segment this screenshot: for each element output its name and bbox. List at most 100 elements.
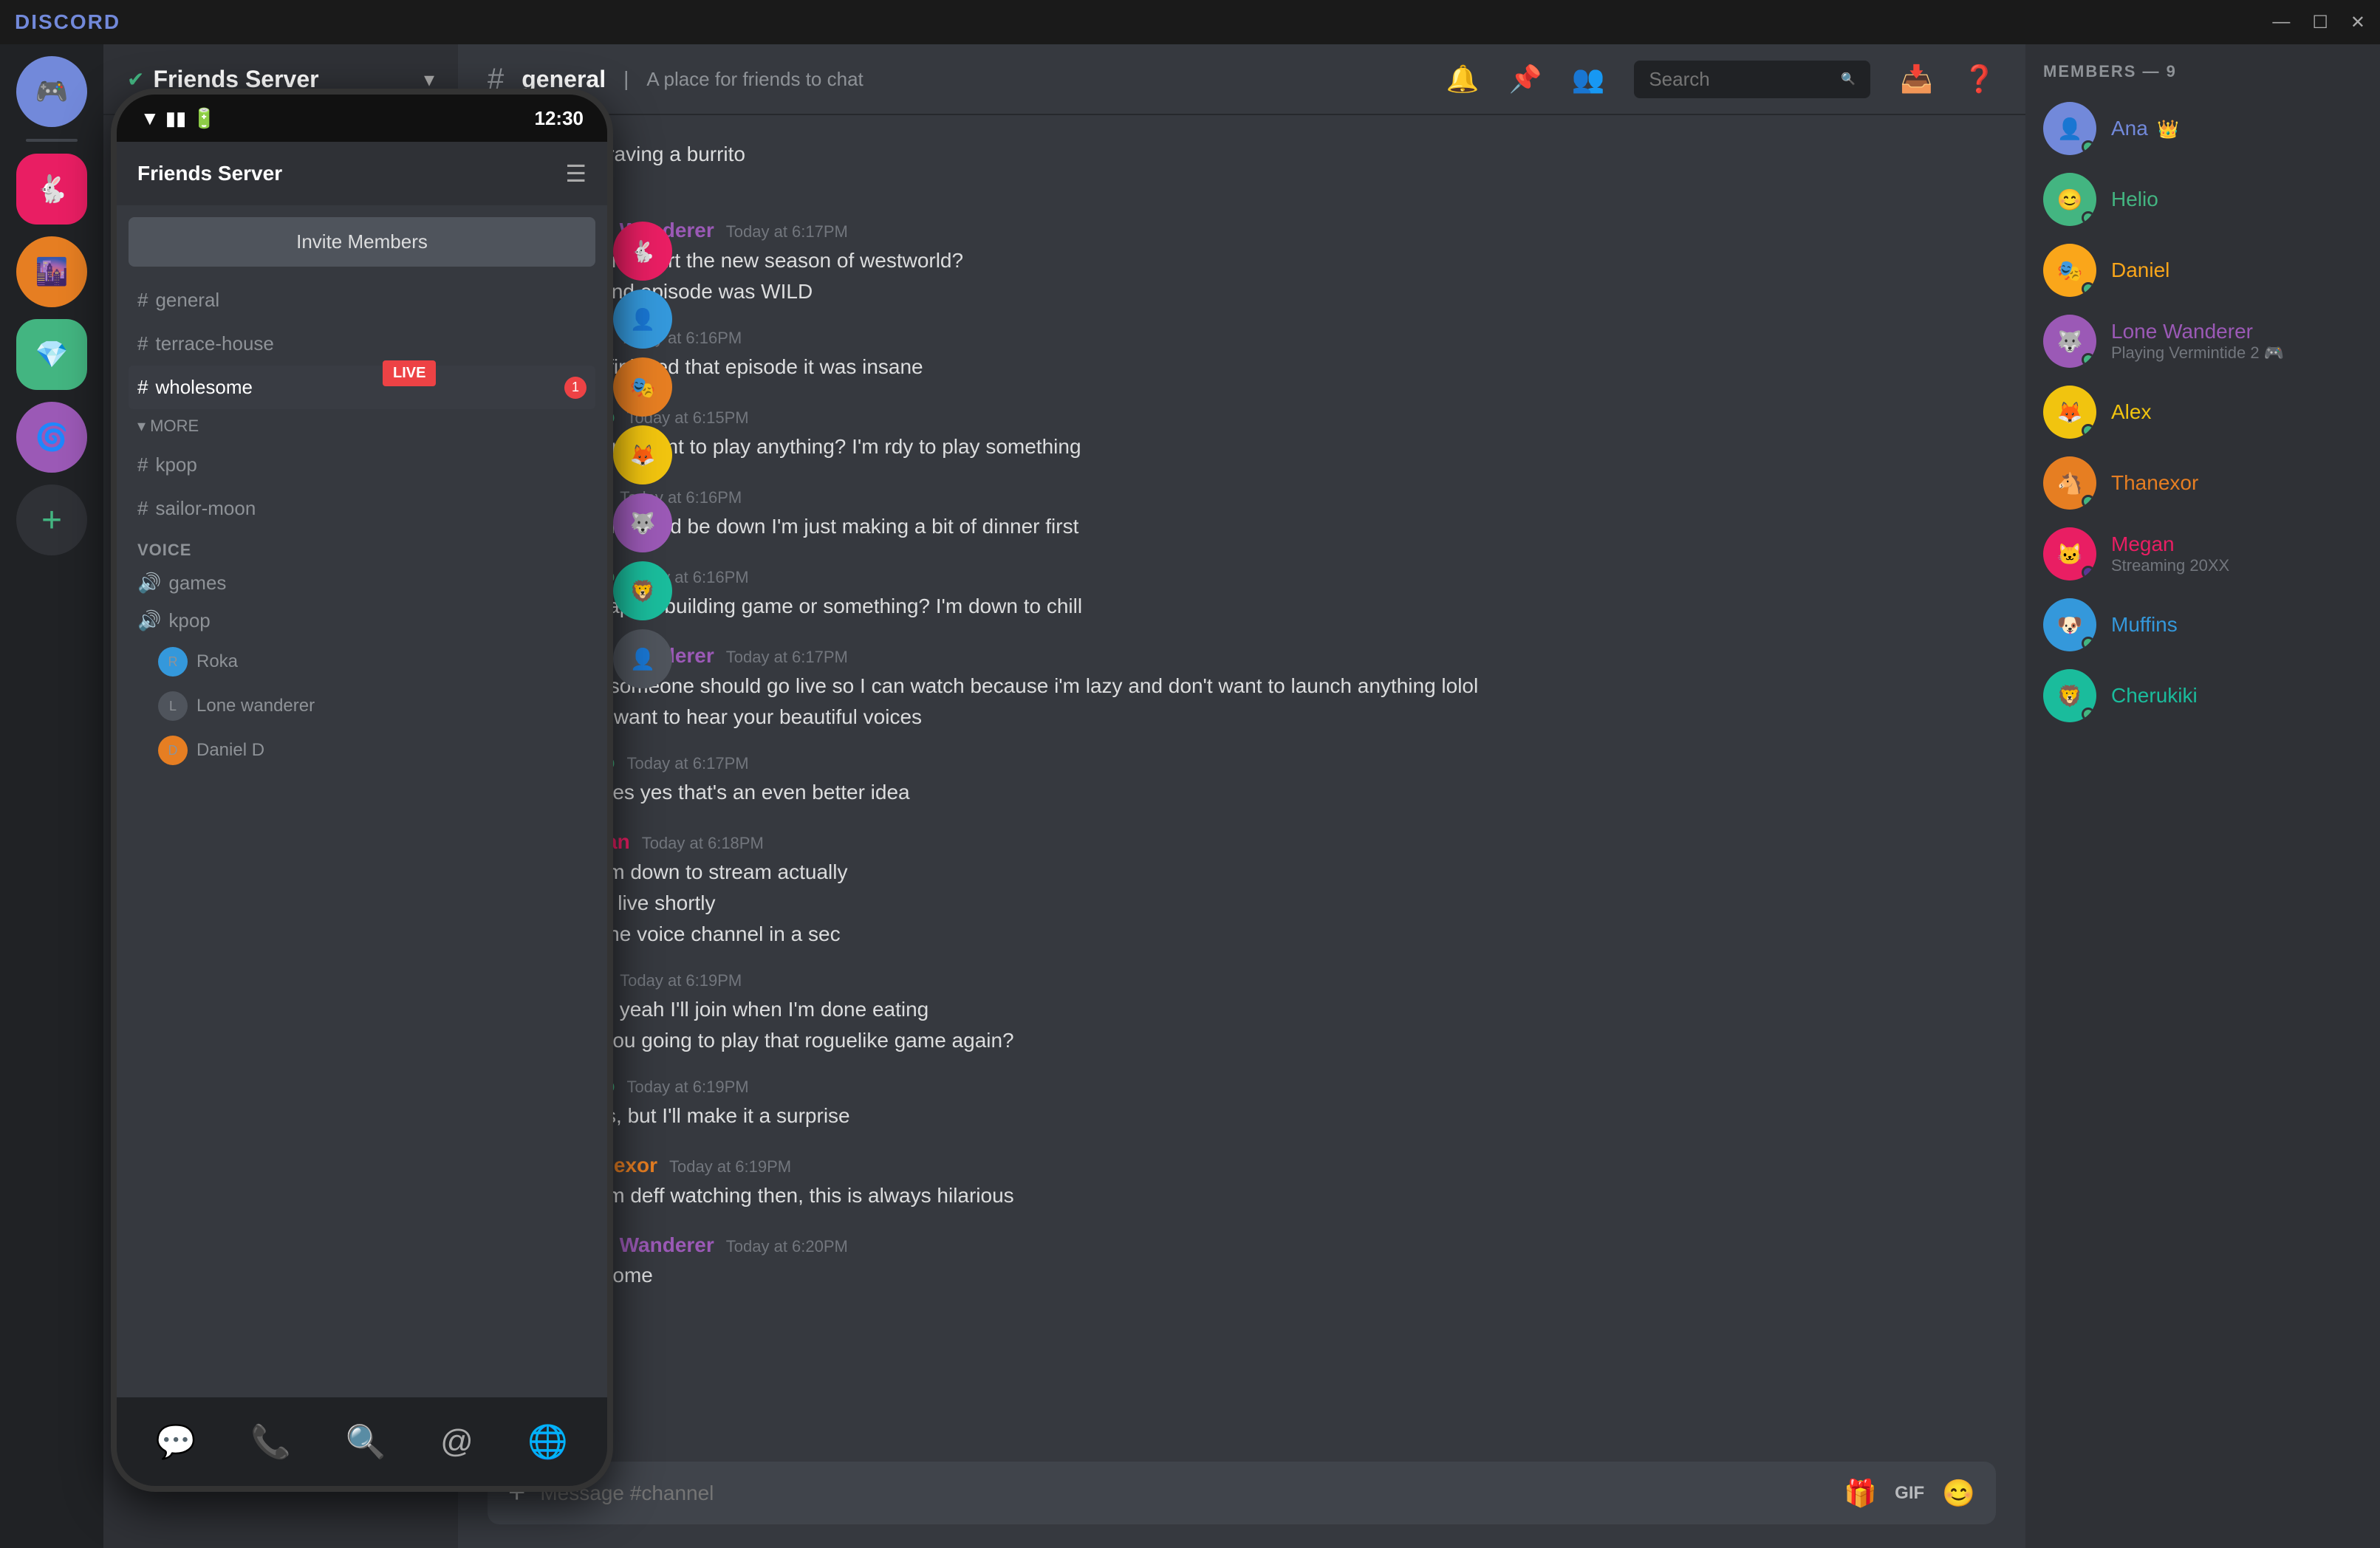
close-button[interactable]: ✕ xyxy=(2350,12,2365,33)
speaker-icon: 🔊 xyxy=(137,572,161,595)
message-text: Anyone start the new season of westworld… xyxy=(564,245,1996,276)
mini-avatar-5: 🐺 xyxy=(613,493,672,552)
member-item-daniel[interactable]: 🎭 Daniel xyxy=(2025,235,2380,306)
message-content: Lone Wanderer Today at 6:17PM Ohh someon… xyxy=(564,644,1996,733)
message-input[interactable] xyxy=(540,1482,1829,1505)
add-server-button[interactable]: + xyxy=(16,484,87,555)
member-item-cherukiki[interactable]: 🦁 Cherukiki xyxy=(2025,660,2380,731)
mobile-voice-kpop[interactable]: 🔊kpop xyxy=(129,602,595,640)
member-item-megan[interactable]: 🐱 Megan Streaming 20XX xyxy=(2025,518,2380,589)
mobile-tab-search[interactable]: 🔍 xyxy=(346,1422,386,1461)
avatar-daniel: D xyxy=(158,736,188,765)
mobile-more-label[interactable]: ▾ MORE xyxy=(129,409,595,443)
message-text: I just want to hear your beautiful voice… xyxy=(564,702,1996,733)
mobile-time: 12:30 xyxy=(535,107,584,130)
mobile-channels-list: #general #terrace-house #wholesome 1 ▾ M… xyxy=(117,278,607,1397)
message-content: Alex Today at 6:19PM Dope yeah I'll join… xyxy=(564,968,1996,1056)
message-timestamp: Today at 6:19PM xyxy=(620,971,742,990)
member-item-alex[interactable]: 🦊 Alex xyxy=(2025,377,2380,448)
server-icon-discord[interactable]: 🎮 xyxy=(16,56,87,127)
status-dot-helio xyxy=(2082,211,2095,225)
server-icon-friends[interactable]: 🐇 xyxy=(16,154,87,225)
message-text: I'm craving a burrito xyxy=(564,139,1996,170)
server-icon-5[interactable]: 🌀 xyxy=(16,402,87,473)
mobile-voice-games[interactable]: 🔊games xyxy=(129,564,595,602)
mobile-body: Invite Members #general #terrace-house #… xyxy=(117,205,607,1486)
mobile-channel-terrace-house[interactable]: #terrace-house xyxy=(129,322,595,366)
minimize-button[interactable]: — xyxy=(2272,12,2290,33)
member-info-ana: Ana 👑 xyxy=(2111,117,2179,140)
server-dropdown-icon: ▾ xyxy=(424,67,434,92)
table-row: 🐺 Lone Wanderer Today at 6:17PM Ohh some… xyxy=(488,638,1996,739)
avatar-ana: 👤 xyxy=(2043,102,2096,155)
member-name-lone: Lone Wanderer xyxy=(2111,320,2284,343)
members-icon[interactable]: 👥 xyxy=(1572,64,1605,95)
message-content: Helio Today at 6:15PM Anyone want to pla… xyxy=(564,405,1996,467)
gif-icon[interactable]: GIF xyxy=(1895,1483,1924,1504)
gift-icon[interactable]: 🎁 xyxy=(1844,1478,1877,1509)
inbox-icon[interactable]: 📥 xyxy=(1900,64,1933,95)
member-info-megan: Megan Streaming 20XX xyxy=(2111,532,2229,575)
mobile-tab-profile[interactable]: 🌐 xyxy=(527,1422,568,1461)
mobile-overlay: ▼ ▮▮ 🔋 12:30 Friends Server ☰ Invite Mem… xyxy=(111,89,613,1492)
mobile-tab-chat[interactable]: 💬 xyxy=(156,1422,196,1461)
signal-icon: ▮▮ xyxy=(165,107,187,130)
message-timestamp: Today at 6:19PM xyxy=(626,1078,748,1097)
message-header: Helio Today at 6:19PM xyxy=(564,1074,1996,1097)
search-box[interactable]: 🔍 xyxy=(1634,61,1870,98)
pin-icon[interactable]: 📌 xyxy=(1509,64,1542,95)
messages-container[interactable]: 😊 I'm craving a burrito 🐺 Lone Wanderer … xyxy=(458,115,2025,1447)
table-row: 🦊 Alex Today at 6:16PM Ohhh I could be d… xyxy=(488,479,1996,552)
mobile-channel-kpop[interactable]: #kpop xyxy=(129,443,595,487)
mini-avatar-1: 🐇 xyxy=(613,222,672,281)
title-bar: DISCORD — ☐ ✕ xyxy=(0,0,2380,44)
wifi-icon: ▼ xyxy=(140,107,160,130)
status-dot-daniel xyxy=(2082,282,2095,295)
message-text: Perhaps a building game or something? I'… xyxy=(564,591,1996,622)
hash-icon: # xyxy=(137,376,148,399)
message-text: Dope yeah I'll join when I'm done eating xyxy=(564,994,1996,1025)
maximize-button[interactable]: ☐ xyxy=(2312,12,2328,33)
help-icon[interactable]: ❓ xyxy=(1963,64,1996,95)
mobile-tab-mention[interactable]: @ xyxy=(440,1423,473,1460)
member-item-thanexor[interactable]: 🐴 Thanexor xyxy=(2025,448,2380,518)
mobile-unread-badge: 1 xyxy=(564,377,587,399)
avatar-alex: 🦊 xyxy=(2043,386,2096,439)
member-item-ana[interactable]: 👤 Ana 👑 xyxy=(2025,93,2380,164)
member-item-helio[interactable]: 😊 Helio xyxy=(2025,164,2380,235)
message-text: Oh I'm down to stream actually xyxy=(564,857,1996,888)
bell-icon[interactable]: 🔔 xyxy=(1446,64,1480,95)
mobile-channel-wholesome[interactable]: #wholesome 1 xyxy=(129,366,595,409)
battery-icon: 🔋 xyxy=(192,107,216,130)
member-item-lone-wanderer[interactable]: 🐺 Lone Wanderer Playing Vermintide 2 🎮 xyxy=(2025,306,2380,377)
live-badge: LIVE xyxy=(383,360,436,386)
server-icon-4[interactable]: 💎 xyxy=(16,319,87,390)
mini-avatar-7: 👤 xyxy=(613,629,672,688)
mobile-invite-button[interactable]: Invite Members xyxy=(129,217,595,267)
mobile-menu-icon[interactable]: ☰ xyxy=(565,160,587,188)
message-content: Thanexor Today at 6:19PM Oh I'm deff wat… xyxy=(564,1154,1996,1216)
message-text: Second episode was WILD xyxy=(564,276,1996,307)
mobile-channel-sailor-moon[interactable]: #sailor-moon xyxy=(129,487,595,530)
avatar-helio: 😊 xyxy=(2043,173,2096,226)
member-item-muffins[interactable]: 🐶 Muffins xyxy=(2025,589,2380,660)
table-row: 🐱 Megan Today at 6:18PM Oh I'm down to s… xyxy=(488,824,1996,956)
server-icon-3[interactable]: 🌆 xyxy=(16,236,87,307)
emoji-icon[interactable]: 😊 xyxy=(1942,1478,1975,1509)
message-header: Lone Wanderer Today at 6:20PM xyxy=(564,1233,1996,1257)
message-content: Megan Today at 6:18PM Oh I'm down to str… xyxy=(564,830,1996,950)
message-header: Lone Wanderer Today at 6:17PM xyxy=(564,219,1996,242)
avatar-thanexor: 🐴 xyxy=(2043,456,2096,510)
message-text: probs, but I'll make it a surprise xyxy=(564,1100,1996,1131)
message-content: Helio Today at 6:19PM probs, but I'll ma… xyxy=(564,1074,1996,1136)
table-row: 🦊 Alex Today at 6:16PM Just finished tha… xyxy=(488,319,1996,393)
member-info-lone: Lone Wanderer Playing Vermintide 2 🎮 xyxy=(2111,320,2284,363)
message-header: Helio Today at 6:16PM xyxy=(564,564,1996,588)
mobile-channel-general[interactable]: #general xyxy=(129,278,595,322)
message-text: Are you going to play that roguelike gam… xyxy=(564,1025,1996,1056)
members-sidebar: MEMBERS — 9 👤 Ana 👑 😊 Helio 🎭 xyxy=(2025,44,2380,1548)
mobile-voice-name-roka: Roka xyxy=(196,651,238,672)
mobile-tab-calls[interactable]: 📞 xyxy=(250,1422,291,1461)
hash-icon: # xyxy=(137,289,148,312)
search-input[interactable] xyxy=(1649,68,1832,91)
